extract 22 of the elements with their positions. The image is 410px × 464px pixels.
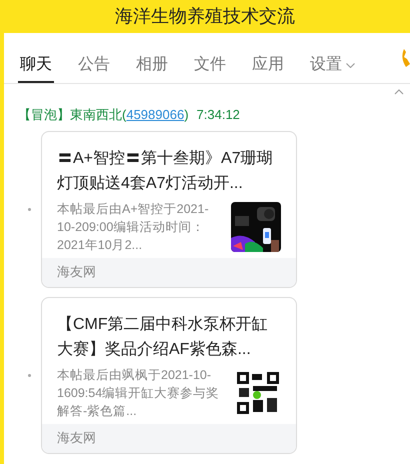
tab[interactable]: 文件 [192,49,228,83]
collapse-icon[interactable] [394,89,404,95]
card-title: 〓A+智控〓第十叁期》A7珊瑚灯顶贴送4套A7灯活动开... [57,148,274,194]
card-summary: 本帖最后由A+智控于2021-10-209:00编辑活动时间：2021年10月2... [57,200,210,254]
tab[interactable]: 应用 [250,49,286,83]
window-title: 海洋生物养殖技术交流 [115,5,295,28]
message-time: 7:34:12 [196,106,240,124]
bullet-icon [28,208,31,210]
message-header: 【冒泡】東南西北(45989066) [18,106,189,124]
card-title: 【CMF第二届中科水泵杯开缸大赛】奖品介绍AF紫色森... [57,314,269,360]
tab[interactable]: 相册 [134,49,170,83]
phone-icon[interactable] [400,47,410,69]
card-summary: 本帖最后由飒枫于2021-10-1609:54编辑开缸大赛参与奖解答-紫色篇... [57,366,220,420]
link-card[interactable]: 〓A+智控〓第十叁期》A7珊瑚灯顶贴送4套A7灯活动开... 本帖最后由A+智控于2021-10-209:00编辑活动时间：2021年10月2... 海友网 [41,130,297,288]
tab[interactable]: 设置 [308,49,357,83]
bullet-icon [28,374,31,376]
card-source: 海友网 [57,263,96,282]
card-source: 海友网 [57,429,96,448]
link-card[interactable]: 【CMF第二届中科水泵杯开缸大赛】奖品介绍AF紫色森... 本帖最后由飒枫于2021-10-1609:54编辑开缸大赛参与奖解答-紫色篇... 海友网 [41,296,297,454]
tab[interactable]: 公告 [76,49,112,83]
tab[interactable]: 聊天 [18,49,54,83]
qq-number-link[interactable]: 45989066 [126,107,184,122]
